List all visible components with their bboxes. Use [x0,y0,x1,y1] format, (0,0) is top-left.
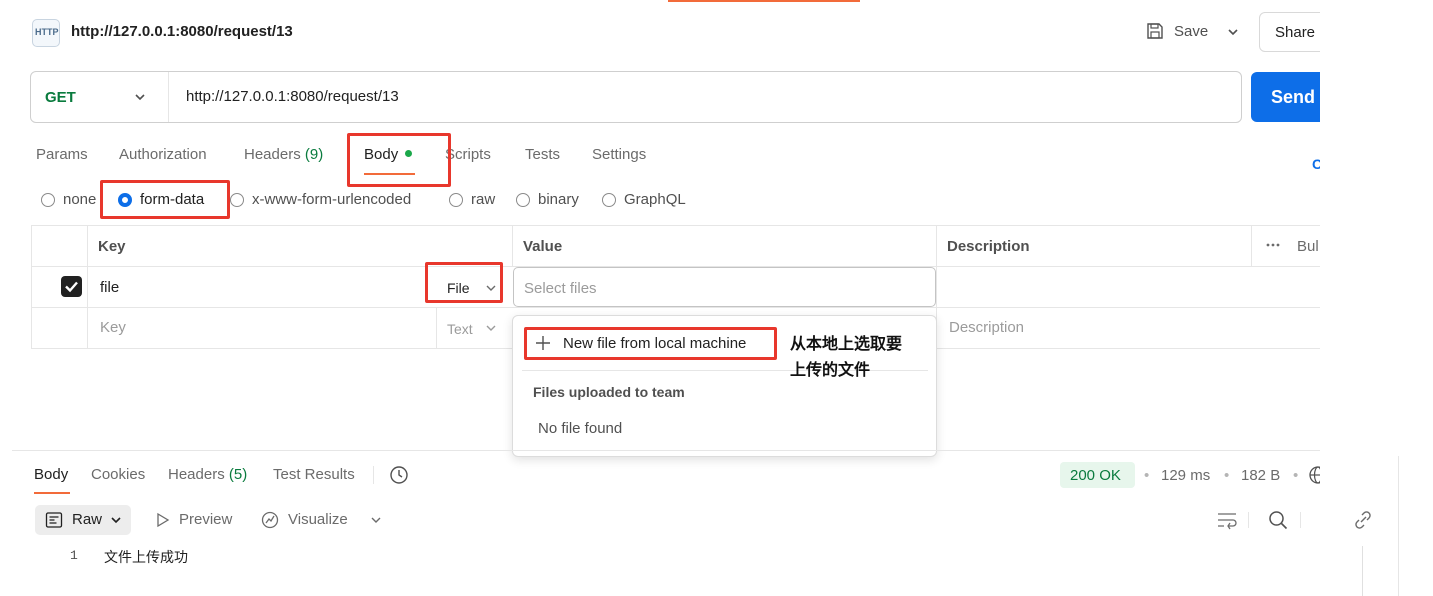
tab-params[interactable]: Params [36,146,88,163]
meta-separator: • [1224,467,1230,484]
meta-separator: • [1144,467,1150,484]
view-mode-label: Raw [72,511,103,528]
visualize-button[interactable]: Visualize [288,511,348,528]
tab-scripts[interactable]: Scripts [445,146,491,163]
annotation-box-body-tab [347,133,451,187]
http-icon: HTTP [32,19,60,47]
cookies-link[interactable]: C [1312,156,1320,172]
chevron-down-icon[interactable] [370,514,382,526]
column-header-key: Key [98,238,126,255]
radio-circle [602,192,616,207]
history-icon[interactable] [389,465,409,485]
column-header-description: Description [947,238,1030,255]
save-button[interactable]: Save [1174,23,1208,40]
response-tab-headers-count: (5) [228,466,248,483]
preview-icon[interactable] [155,512,171,528]
table-column-divider [436,308,437,349]
response-size[interactable]: 182 B [1241,467,1280,484]
link-icon[interactable] [1353,511,1373,529]
line-number: 1 [70,548,78,563]
annotation-box-form-data [100,180,230,219]
postman-app: HTTP http://127.0.0.1:8080/request/13 Sa… [0,0,1320,596]
http-icon-label: HTTP [35,27,59,37]
chevron-down-icon[interactable] [1226,25,1240,39]
new-key-input[interactable]: Key [100,319,126,336]
response-tab-test-results[interactable]: Test Results [273,466,355,483]
preview-button[interactable]: Preview [179,511,232,528]
radio-circle [230,192,244,207]
radio-graphql-label: GraphQL [624,191,686,208]
new-type-select[interactable]: Text [447,321,473,337]
globe-icon[interactable] [1308,465,1320,485]
annotation-line-2: 上传的文件 [790,360,871,379]
chevron-down-icon[interactable] [133,90,147,104]
radio-graphql[interactable]: GraphQL [602,191,686,208]
select-files-placeholder: Select files [524,280,597,297]
annotation-box-new-file [524,327,777,360]
radio-binary-label: binary [538,191,579,208]
scrollbar[interactable] [1362,546,1378,596]
active-tab-indicator [668,0,860,2]
radio-raw-label: raw [471,191,496,208]
radio-urlencoded[interactable]: x-www-form-urlencoded [230,191,411,208]
table-column-divider [87,226,88,349]
radio-circle [449,192,463,207]
tab-settings[interactable]: Settings [592,146,646,163]
response-tab-cookies[interactable]: Cookies [91,466,145,483]
table-column-divider [512,226,513,267]
row-checkbox[interactable] [61,276,82,297]
response-tab-headers[interactable]: Headers (5) [168,466,247,483]
response-time[interactable]: 129 ms [1161,467,1210,484]
tab-authorization[interactable]: Authorization [119,146,207,163]
response-body-text[interactable]: 文件上传成功 [104,547,188,567]
response-tab-body[interactable]: Body [34,466,68,483]
files-uploaded-heading: Files uploaded to team [533,384,685,400]
more-icon[interactable] [1266,240,1280,250]
radio-binary[interactable]: binary [516,191,579,208]
table-divider [31,307,1320,308]
column-header-value: Value [523,238,563,255]
radio-circle [41,192,55,207]
row-key[interactable]: file [100,279,119,296]
panel-edge [1398,456,1399,596]
no-file-message: No file found [538,420,623,437]
annotation-box-file-type [425,262,503,303]
radio-none[interactable]: none [41,191,96,208]
radio-circle [516,192,530,207]
annotation-line-1: 从本地上选取要 [790,334,903,353]
new-description-input[interactable]: Description [949,319,1024,336]
select-files-input[interactable]: Select files [513,267,936,307]
status-badge[interactable]: 200 OK [1060,462,1135,488]
table-column-divider [1251,226,1252,267]
tab-headers-label: Headers [244,146,301,163]
raw-icon [45,511,63,529]
chevron-down-icon[interactable] [110,514,122,526]
save-icon[interactable] [1146,22,1164,40]
request-title[interactable]: http://127.0.0.1:8080/request/13 [71,23,293,40]
send-button[interactable]: Send [1251,72,1320,122]
chevron-down-icon[interactable] [485,322,497,334]
search-icon[interactable] [1268,510,1288,530]
response-tab-headers-label: Headers [168,466,225,483]
wrap-icon[interactable] [1216,510,1238,530]
toolbar-separator [1248,512,1249,528]
method-select[interactable]: GET [45,89,76,106]
url-divider [168,72,169,122]
bulk-edit-link[interactable]: Bul [1297,238,1319,255]
radio-raw[interactable]: raw [449,191,495,208]
tab-separator [373,466,374,484]
response-tab-underline [34,492,70,494]
url-input[interactable]: http://127.0.0.1:8080/request/13 [186,88,399,105]
radio-urlencoded-label: x-www-form-urlencoded [252,191,412,208]
visualize-icon[interactable] [260,510,280,530]
share-button[interactable]: Share [1259,12,1320,52]
tab-tests[interactable]: Tests [525,146,560,163]
tab-headers-count: (9) [304,146,324,163]
toolbar-separator [1300,512,1301,528]
tab-headers[interactable]: Headers (9) [244,146,323,163]
response-divider [12,450,1320,451]
radio-none-label: none [63,191,97,208]
meta-separator: • [1293,467,1299,484]
annotation-text: 从本地上选取要 上传的文件 [790,331,940,383]
